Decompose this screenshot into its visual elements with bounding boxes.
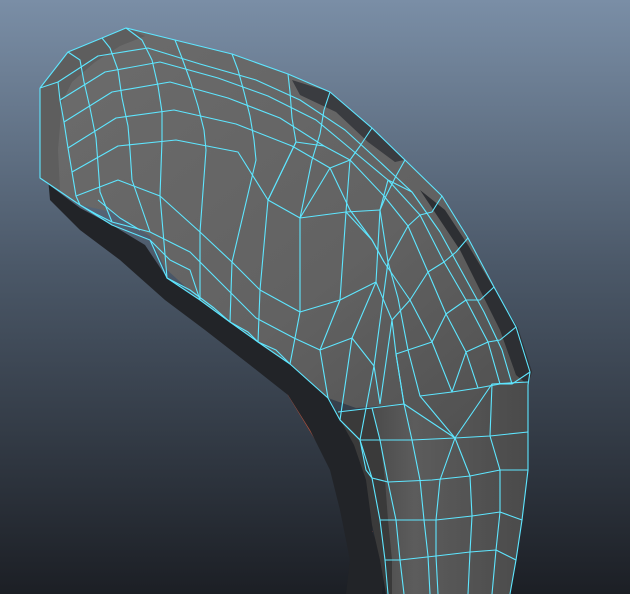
3d-viewport[interactable] xyxy=(0,0,630,594)
viewport-canvas[interactable] xyxy=(0,0,630,594)
